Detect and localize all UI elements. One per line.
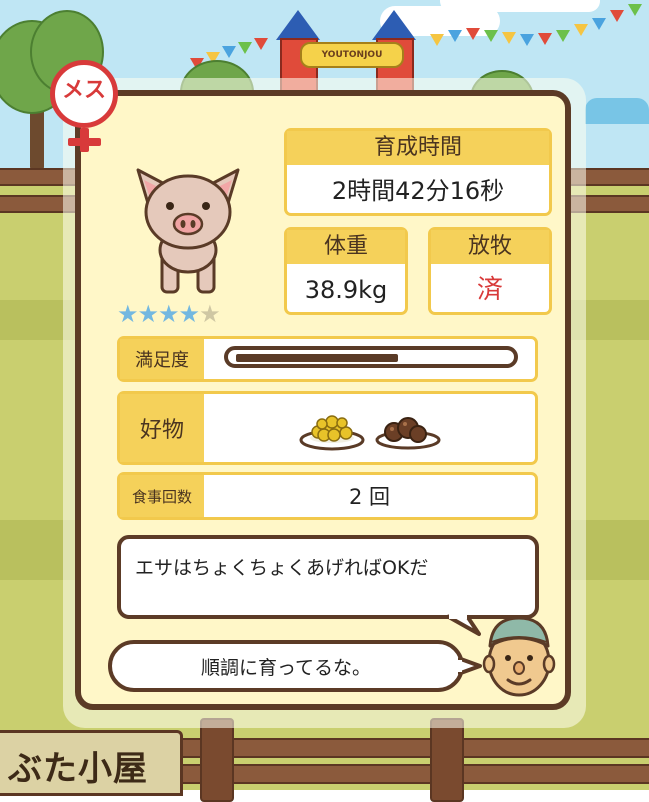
growth-time-label: 育成時間 [287, 131, 549, 165]
tip-speech-bubble: エサはちょくちょくあげればOKだ [117, 535, 539, 619]
favorite-food-row: 好物 [117, 391, 538, 465]
female-gender-badge: メス [48, 58, 128, 152]
grazing-label: 放牧 [431, 230, 549, 264]
satisfaction-meter-fill [236, 354, 398, 362]
playground-fence [585, 98, 649, 124]
corn-dish-icon [298, 404, 366, 454]
tip-bubble-tail [446, 614, 481, 636]
satisfaction-label: 満足度 [120, 339, 204, 379]
tip-text: エサはちょくちょくあげればOKだ [135, 557, 429, 579]
satisfaction-meter [224, 346, 518, 368]
meal-count-value: 2 回 [348, 485, 391, 509]
star-filled-icon: ★ [158, 300, 179, 328]
fence-post [200, 718, 234, 802]
weight-label: 体重 [287, 230, 405, 264]
cloud [440, 0, 600, 12]
comment-text: 順調に育ってるな。 [200, 656, 372, 679]
chestnut-dish-icon [374, 404, 442, 454]
satisfaction-row: 満足度 [117, 336, 538, 382]
grazing-value: 済 [476, 275, 503, 305]
growth-time-value: 2時間42分16秒 [331, 177, 505, 205]
location-sign-text: ぶた小屋 [8, 749, 148, 789]
star-filled-icon: ★ [178, 300, 200, 328]
star-filled-icon: ★ [117, 300, 138, 328]
meal-count-row: 食事回数 2 回 [117, 472, 538, 520]
location-sign: ぶた小屋 [0, 730, 183, 796]
weight-value: 38.9kg [304, 276, 388, 304]
meal-count-label: 食事回数 [120, 475, 204, 517]
grazing-box: 放牧 済 [428, 227, 552, 315]
favorite-food-label: 好物 [120, 394, 204, 462]
comment-speech-bubble: 順調に育ってるな。 [108, 640, 464, 692]
fence-post [430, 718, 464, 802]
star-filled-icon: ★ [137, 300, 159, 328]
pig-icon [128, 150, 248, 300]
growth-time-box: 育成時間 2時間42分16秒 [284, 128, 552, 216]
farmer-avatar [478, 612, 560, 700]
star-empty-icon: ★ [199, 300, 220, 328]
rating-stars: ★★★★★ [117, 300, 221, 328]
gender-bar [68, 138, 101, 146]
weight-box: 体重 38.9kg [284, 227, 408, 315]
gender-label: メス [61, 78, 106, 103]
gate-sign: YOUTONJOU [300, 42, 404, 68]
